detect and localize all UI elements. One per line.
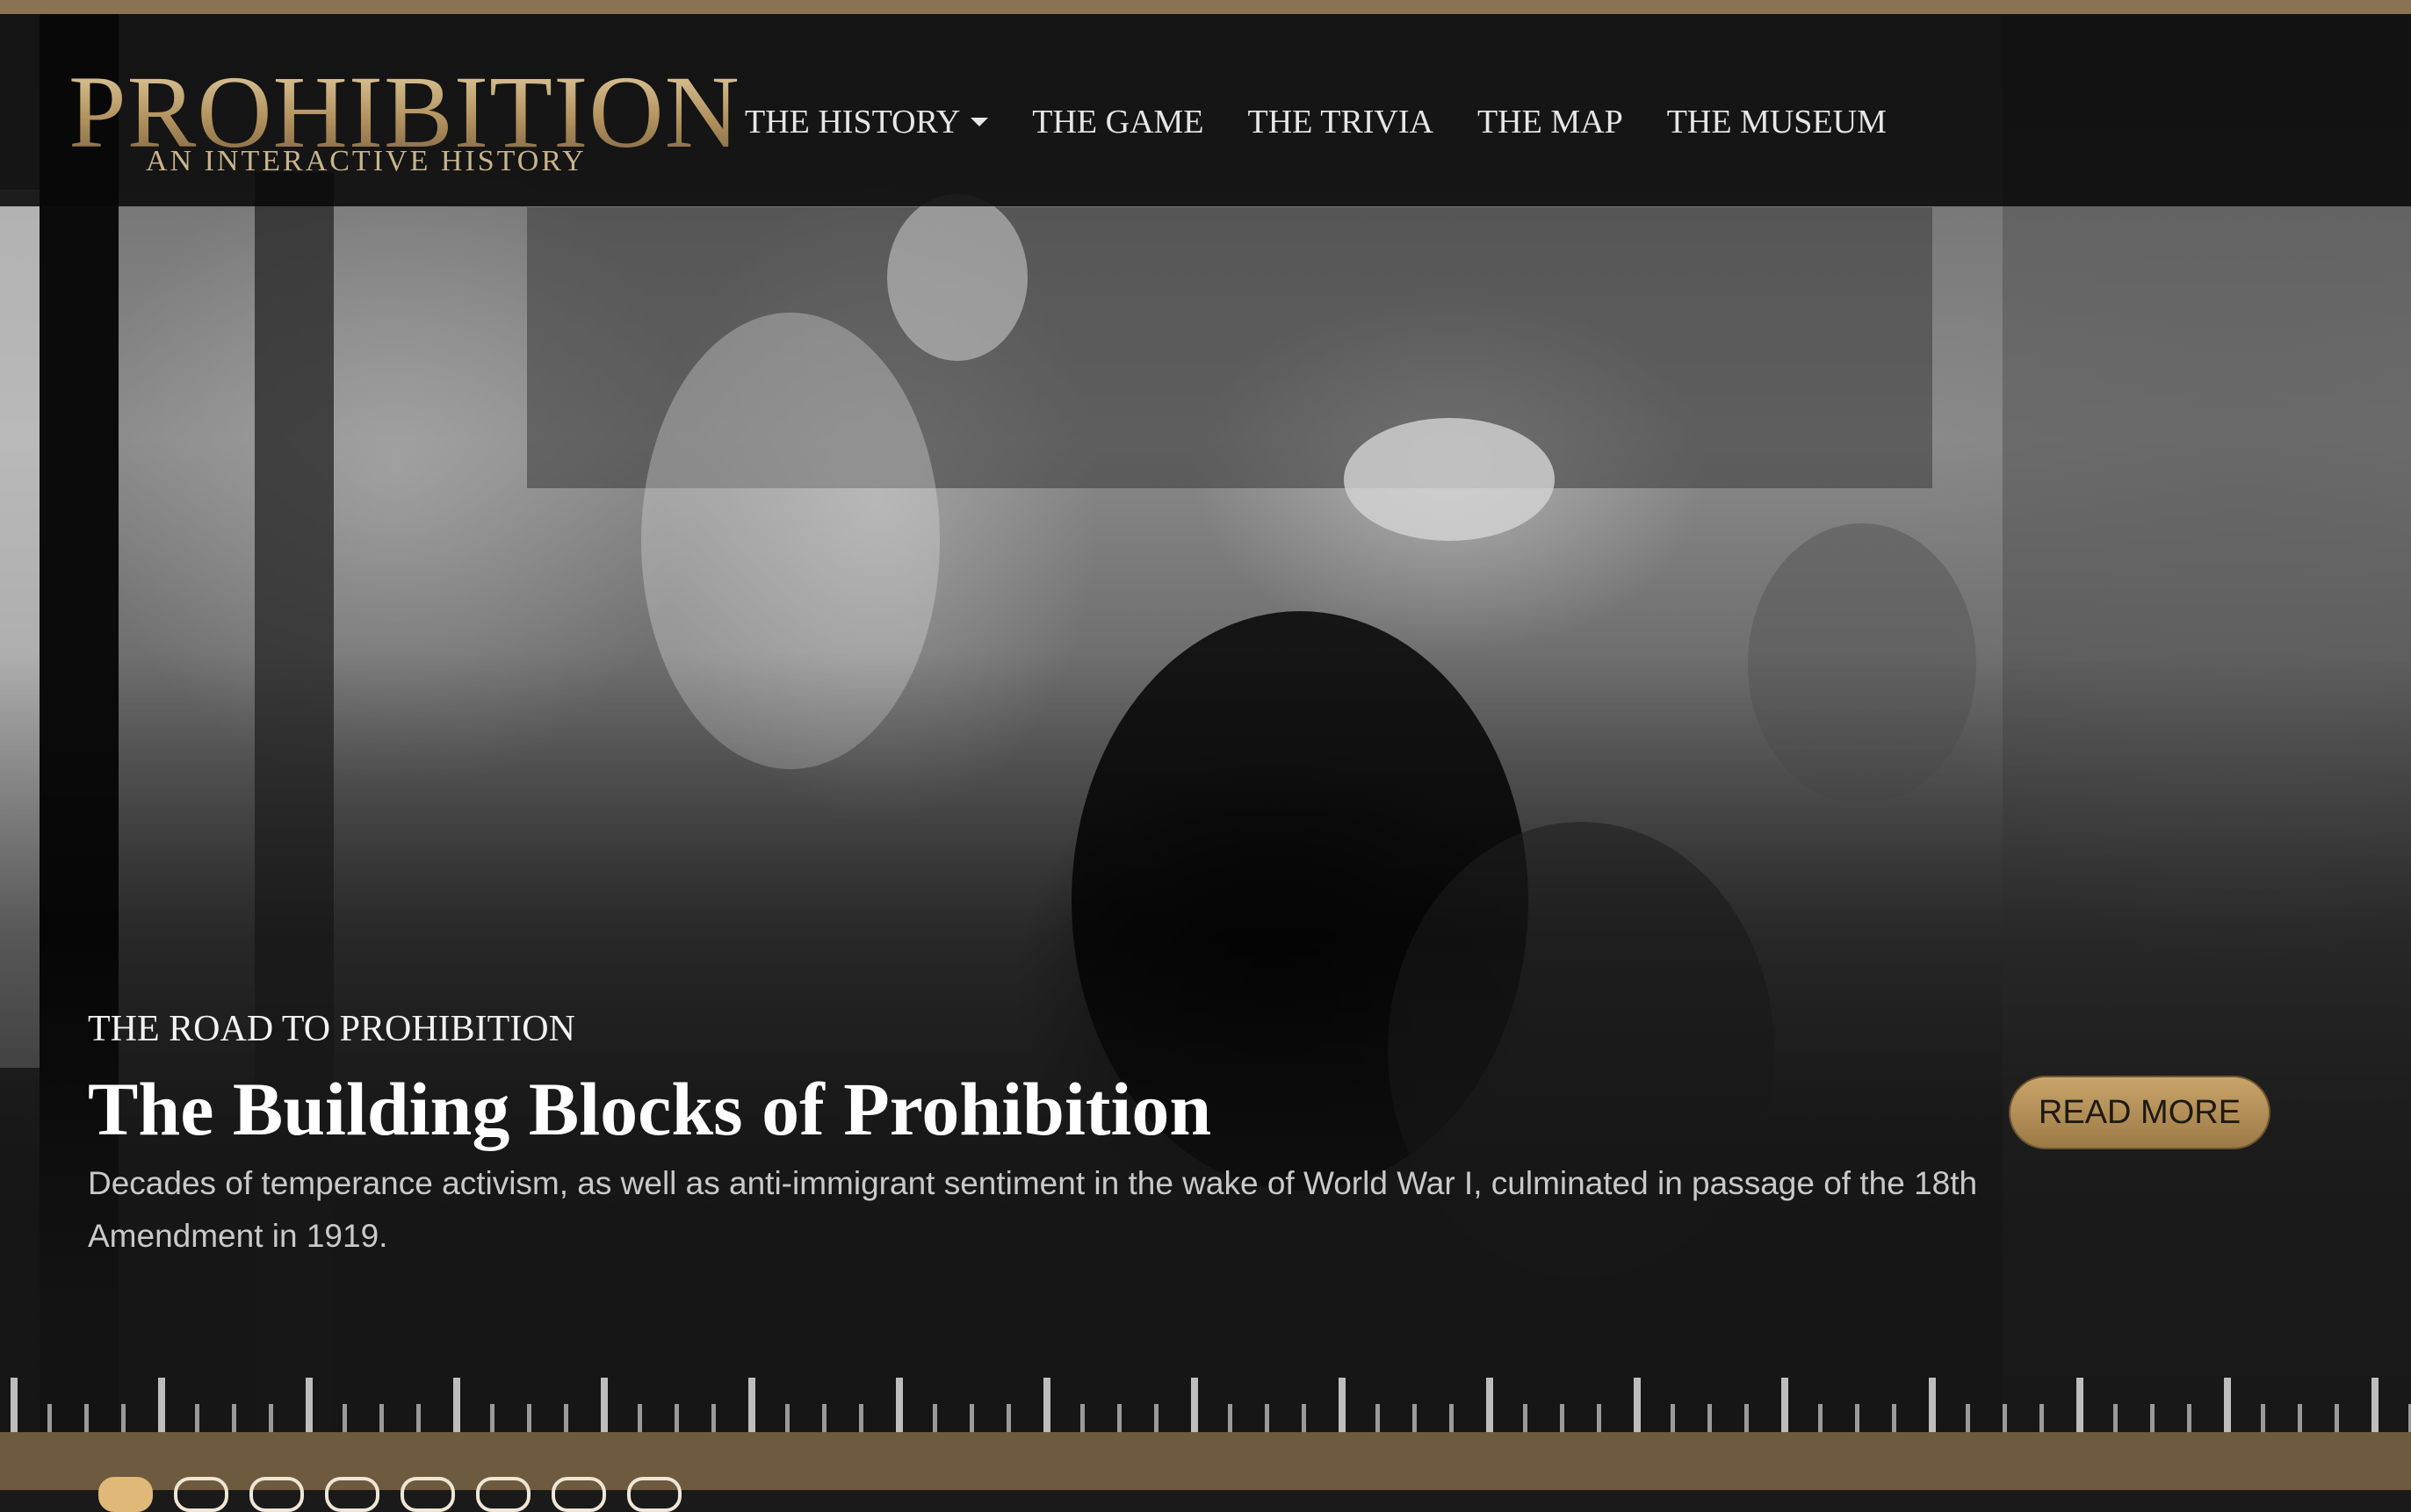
ruler-tick <box>1191 1378 1198 1432</box>
ruler-tick <box>453 1378 460 1432</box>
nav-item-label: THE HISTORY <box>745 104 961 140</box>
ruler-tick <box>269 1404 273 1432</box>
ruler-tick <box>1707 1404 1712 1432</box>
ruler-tick <box>1302 1404 1306 1432</box>
ruler-tick <box>1597 1404 1601 1432</box>
ruler-tick <box>1855 1404 1859 1432</box>
ruler-tick <box>1523 1404 1527 1432</box>
ruler-tick <box>2224 1378 2231 1432</box>
ruler-tick <box>1007 1404 1011 1432</box>
ruler-tick <box>1560 1404 1564 1432</box>
ruler-tick <box>970 1404 974 1432</box>
ruler-tick <box>490 1404 494 1432</box>
ruler-tick <box>1265 1404 1269 1432</box>
ruler-tick <box>638 1404 642 1432</box>
slide-indicator-dot[interactable] <box>401 1477 455 1512</box>
nav-item-game[interactable]: THE GAME <box>1032 103 1203 141</box>
ruler-tick <box>1634 1378 1641 1432</box>
ruler-tick <box>822 1404 827 1432</box>
ruler-tick <box>2187 1404 2191 1432</box>
ruler-tick <box>1375 1404 1380 1432</box>
ruler-tick <box>2298 1404 2302 1432</box>
ruler-tick <box>1929 1378 1936 1432</box>
nav-item-map[interactable]: THE MAP <box>1477 103 1623 141</box>
ruler-tick <box>1671 1404 1675 1432</box>
ruler-tick <box>601 1378 608 1432</box>
ruler-tick <box>121 1404 126 1432</box>
logo-subtitle: AN INTERACTIVE HISTORY <box>146 145 587 177</box>
ruler-tick <box>306 1378 313 1432</box>
slide-indicators <box>98 1477 682 1512</box>
navbar: PROHIBITION AN INTERACTIVE HISTORY THE H… <box>0 14 2411 206</box>
nav-item-history[interactable]: THE HISTORY <box>745 103 989 141</box>
ruler-tick <box>933 1404 937 1432</box>
ruler-tick <box>416 1404 421 1432</box>
ruler-tick <box>711 1404 716 1432</box>
ruler-tick <box>1892 1404 1896 1432</box>
nav-item-label: THE TRIVIA <box>1247 104 1433 140</box>
ruler-tick <box>232 1404 236 1432</box>
ruler-tick <box>47 1404 52 1432</box>
ruler-tick <box>2371 1378 2379 1432</box>
ruler-tick <box>1043 1378 1050 1432</box>
nav-item-museum[interactable]: THE MUSEUM <box>1667 103 1887 141</box>
ruler-tick <box>1486 1378 1493 1432</box>
hero-summary: Decades of temperance activism, as well … <box>88 1165 1978 1254</box>
ruler-tick <box>1117 1404 1122 1432</box>
ruler-tick <box>1228 1404 1232 1432</box>
ruler-tick <box>1966 1404 1970 1432</box>
ruler-tick <box>379 1404 384 1432</box>
ruler-tick <box>859 1404 863 1432</box>
site-logo[interactable]: PROHIBITION AN INTERACTIVE HISTORY <box>69 60 740 183</box>
slide-indicator-dot[interactable] <box>627 1477 682 1512</box>
ruler-tick <box>2335 1404 2339 1432</box>
ruler-tick <box>564 1404 568 1432</box>
ruler-tick <box>2076 1378 2083 1432</box>
ruler-tick <box>2261 1404 2265 1432</box>
ruler-tick <box>1449 1404 1454 1432</box>
hero-kicker: THE ROAD TO PROHIBITION <box>88 1009 575 1049</box>
ruler-tick <box>11 1378 18 1432</box>
ruler-tick <box>1781 1378 1788 1432</box>
ruler-tick <box>527 1404 531 1432</box>
ruler-tick <box>785 1404 790 1432</box>
ruler-tick <box>1412 1404 1417 1432</box>
main-nav: THE HISTORY THE GAME THE TRIVIA THE MAP … <box>745 98 1887 146</box>
hero-title: The Building Blocks of Prohibition <box>88 1067 1212 1151</box>
nav-item-label: THE GAME <box>1032 104 1204 140</box>
ruler-tick <box>1744 1404 1749 1432</box>
ruler-tick <box>896 1378 903 1432</box>
timeline-ruler <box>11 1378 2411 1432</box>
top-accent-line <box>0 0 2411 14</box>
ruler-tick <box>2039 1404 2044 1432</box>
nav-item-label: THE MUSEUM <box>1666 104 1887 140</box>
slide-indicator-dot[interactable] <box>249 1477 304 1512</box>
ruler-tick <box>343 1404 347 1432</box>
ruler-tick <box>195 1404 199 1432</box>
ruler-tick <box>1080 1404 1085 1432</box>
nav-item-trivia[interactable]: THE TRIVIA <box>1248 103 1433 141</box>
ruler-tick <box>1818 1404 1823 1432</box>
ruler-tick <box>2003 1404 2007 1432</box>
read-more-button[interactable]: READ MORE <box>2009 1076 2270 1149</box>
slide-indicator-dot[interactable] <box>174 1477 228 1512</box>
caret-down-icon <box>971 118 989 126</box>
slide-indicator-dot[interactable] <box>325 1477 379 1512</box>
ruler-tick <box>2113 1404 2118 1432</box>
ruler-tick <box>84 1404 89 1432</box>
nav-item-label: THE MAP <box>1476 104 1623 140</box>
ruler-tick <box>1154 1404 1159 1432</box>
slide-indicator-dot[interactable] <box>98 1477 153 1512</box>
ruler-tick <box>748 1378 755 1432</box>
slide-indicator-dot[interactable] <box>552 1477 606 1512</box>
ruler-tick <box>2150 1404 2155 1432</box>
ruler-tick <box>1339 1378 1346 1432</box>
ruler-tick <box>158 1378 165 1432</box>
slide-indicator-dot[interactable] <box>476 1477 531 1512</box>
ruler-tick <box>675 1404 679 1432</box>
